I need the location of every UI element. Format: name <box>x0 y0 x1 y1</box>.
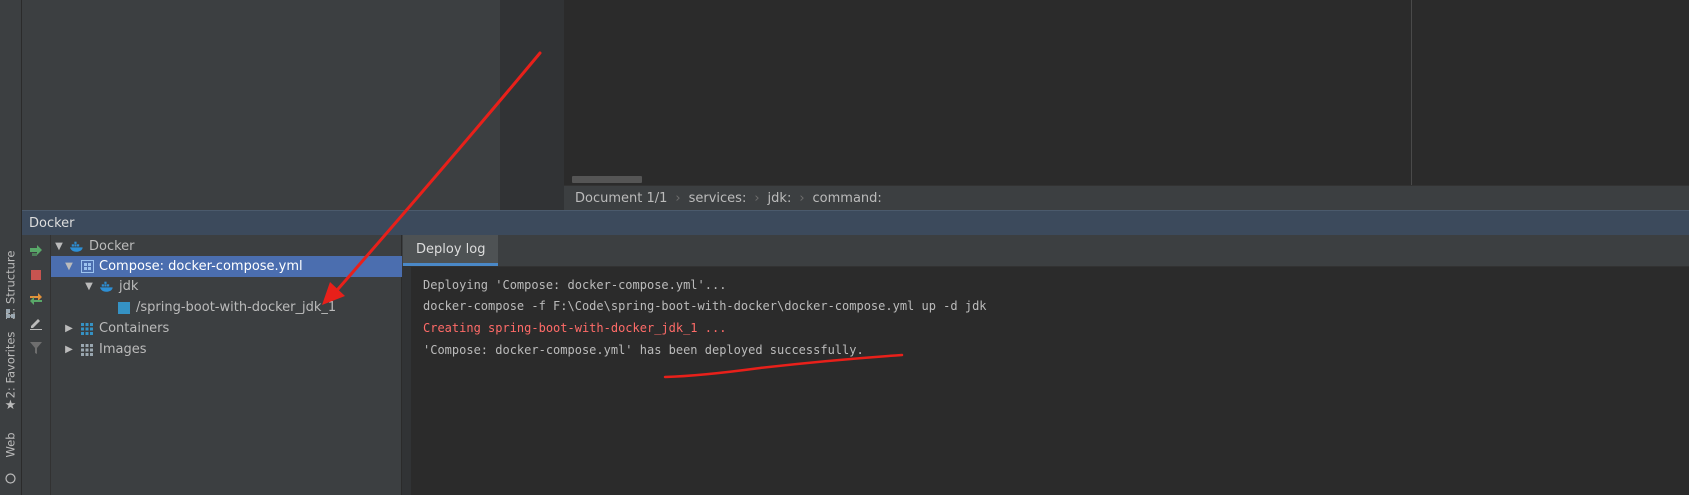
tree-item-label: Compose: docker-compose.yml <box>99 259 303 274</box>
tab-web[interactable]: Web <box>0 425 21 465</box>
tool-window-header: Docker <box>22 210 1689 236</box>
tree-item-container[interactable]: /spring-boot-with-docker_jdk_1 <box>51 297 456 318</box>
expand-arrow-icon[interactable]: ▼ <box>54 241 64 252</box>
containers-icon <box>80 322 94 336</box>
tab-favorites[interactable]: 2: Favorites <box>0 332 21 399</box>
left-tool-stripe: Z: Structure 2: Favorites ★ Web <box>0 0 22 495</box>
tree-item-compose[interactable]: ▼ Compose: docker-compose.yml <box>51 256 409 277</box>
filter-icon[interactable] <box>29 341 43 355</box>
breadcrumb-document[interactable]: Document 1/1 <box>575 191 667 206</box>
images-icon <box>80 343 94 357</box>
container-icon <box>117 301 131 315</box>
expand-arrow-icon[interactable]: ▼ <box>84 281 94 292</box>
tree-item-docker[interactable]: ▼ Docker <box>51 236 399 257</box>
collapse-arrow-icon[interactable]: ▶ <box>64 344 74 355</box>
log-gutter <box>402 267 411 495</box>
editor-gutter <box>500 0 564 210</box>
project-panel <box>22 0 500 210</box>
compose-icon <box>80 260 94 274</box>
star-icon: ★ <box>4 397 17 413</box>
expand-arrow-icon[interactable]: ▼ <box>64 261 74 272</box>
tree-item-label: Containers <box>99 321 170 336</box>
log-line: docker-compose -f F:\Code\spring-boot-wi… <box>423 299 987 313</box>
collapse-arrow-icon[interactable]: ▶ <box>64 323 74 334</box>
breadcrumb-services[interactable]: services: <box>689 191 747 206</box>
stop-icon[interactable] <box>29 268 43 282</box>
tree-item-jdk[interactable]: ▼ jdk <box>51 276 429 297</box>
docker-icon <box>70 240 84 254</box>
redeploy-icon[interactable] <box>29 292 43 306</box>
log-line: Deploying 'Compose: docker-compose.yml'.… <box>423 278 727 292</box>
editor-area[interactable] <box>564 0 1412 185</box>
tool-window-title: Docker <box>29 216 75 231</box>
favorites-tab-label: 2: Favorites <box>3 331 18 399</box>
breadcrumb-command[interactable]: command: <box>813 191 882 206</box>
tree-item-label: /spring-boot-with-docker_jdk_1 <box>136 300 337 315</box>
web-tab-label: Web <box>3 432 18 458</box>
breadcrumb: Document 1/1 › services: › jdk: › comman… <box>564 185 1689 211</box>
deploy-log-console[interactable]: Deploying 'Compose: docker-compose.yml'.… <box>411 267 1689 495</box>
editor-right-area <box>1412 0 1689 185</box>
tab-deploy-log[interactable]: Deploy log <box>403 235 499 266</box>
log-line: 'Compose: docker-compose.yml' has been d… <box>423 343 864 357</box>
docker-service-icon <box>100 280 114 294</box>
tree-item-label: jdk <box>119 279 139 294</box>
breadcrumb-separator: › <box>675 191 681 206</box>
tree-item-containers[interactable]: ▶ Containers <box>51 318 409 339</box>
log-tab-bar: Deploy log <box>402 235 1689 267</box>
tree-item-images[interactable]: ▶ Images <box>51 339 409 360</box>
structure-icon <box>0 306 21 320</box>
deploy-icon[interactable] <box>29 243 43 257</box>
edit-icon[interactable] <box>29 316 43 330</box>
web-icon <box>0 470 21 486</box>
breadcrumb-separator: › <box>754 191 760 206</box>
docker-toolbar <box>22 235 51 495</box>
tree-item-label: Docker <box>89 239 135 254</box>
horizontal-scrollbar[interactable] <box>572 176 642 183</box>
log-line-error: Creating spring-boot-with-docker_jdk_1 .… <box>423 321 727 335</box>
breadcrumb-separator: › <box>799 191 805 206</box>
tree-item-label: Images <box>99 342 147 357</box>
docker-tree: ▼ Docker ▼ Compose: docker-compose.yml ▼ <box>51 235 409 495</box>
breadcrumb-jdk[interactable]: jdk: <box>768 191 792 206</box>
